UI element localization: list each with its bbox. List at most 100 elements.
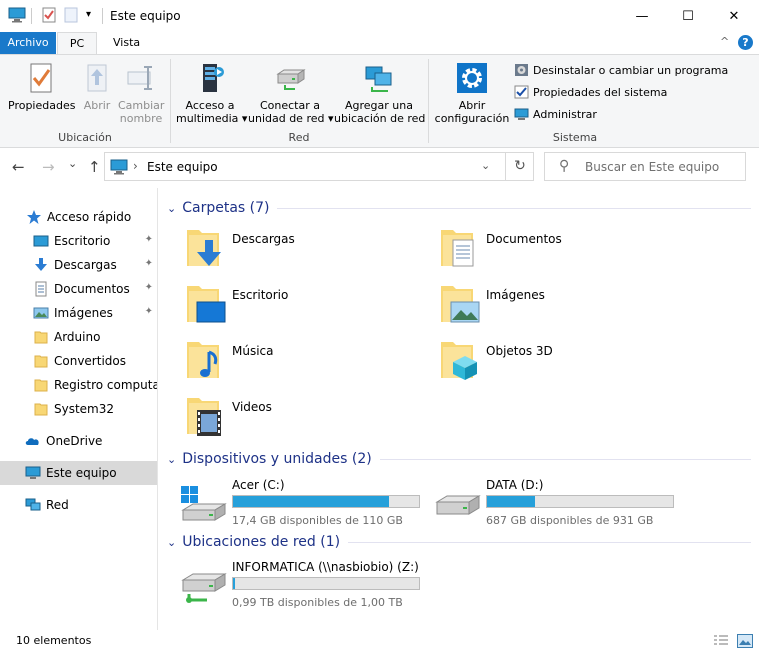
help-icon[interactable]: ? bbox=[738, 35, 753, 50]
pin-icon: ✦ bbox=[144, 306, 153, 317]
folder-icon bbox=[33, 329, 49, 345]
breadcrumb-this-pc[interactable]: Este equipo bbox=[147, 160, 218, 174]
collapse-ribbon-icon[interactable]: ^ bbox=[720, 35, 729, 48]
drive-usage-fill bbox=[487, 496, 536, 507]
folders-group-header[interactable]: ⌄ Carpetas (7) bbox=[167, 200, 751, 216]
folder-icon bbox=[33, 377, 49, 393]
network-locations-group-header[interactable]: ⌄ Ubicaciones de red (1) bbox=[167, 534, 751, 550]
customize-qa-dropdown-icon[interactable]: ▾ bbox=[86, 9, 91, 20]
collapse-chevron-icon[interactable]: ⌄ bbox=[167, 202, 176, 215]
drive-item-d[interactable]: DATA (D:) 687 GB disponibles de 931 GB bbox=[413, 478, 674, 528]
uninstall-program-button[interactable]: Desinstalar o cambiar un programa bbox=[514, 63, 728, 77]
drive-item-c[interactable]: Acer (C:) 17,4 GB disponibles de 110 GB bbox=[159, 478, 420, 528]
sidebar-item-onedrive[interactable]: OneDrive bbox=[0, 429, 157, 453]
folder-item-music[interactable]: Música bbox=[159, 338, 409, 386]
minimize-button[interactable]: — bbox=[619, 0, 665, 32]
collapse-chevron-icon[interactable]: ⌄ bbox=[167, 536, 176, 549]
maximize-button[interactable]: ☐ bbox=[665, 0, 711, 32]
large-icons-view-icon[interactable] bbox=[737, 634, 753, 648]
system-group-label: Sistema bbox=[552, 131, 598, 144]
open-settings-button[interactable]: Abrir configuración bbox=[434, 61, 510, 125]
sidebar-item-desktop[interactable]: Escritorio ✦ bbox=[0, 229, 157, 253]
title-bar: ▾ Este equipo — ☐ ✕ bbox=[0, 0, 759, 32]
group-divider bbox=[348, 541, 751, 543]
navigation-pane: Acceso rápido Escritorio ✦ Descargas ✦ D… bbox=[0, 188, 158, 630]
quick-access-separator bbox=[31, 8, 32, 24]
tab-view[interactable]: Vista bbox=[103, 32, 150, 54]
sidebar-item-system32[interactable]: System32 bbox=[0, 397, 157, 421]
sidebar-item-registro[interactable]: Registro computaci bbox=[0, 373, 157, 397]
manage-button[interactable]: Administrar bbox=[514, 107, 597, 121]
network-drive-icon bbox=[273, 61, 307, 95]
3d-objects-folder-icon bbox=[439, 338, 481, 382]
sidebar-item-network[interactable]: Red bbox=[0, 493, 157, 517]
drive-usage-bar bbox=[486, 495, 674, 508]
add-network-location-button[interactable]: Agregar una ubicación de red bbox=[334, 61, 425, 125]
windows-drive-icon bbox=[179, 484, 227, 524]
details-view-icon[interactable] bbox=[713, 634, 729, 648]
group-divider bbox=[277, 207, 751, 209]
sidebar-item-this-pc[interactable]: Este equipo bbox=[0, 461, 157, 485]
sidebar-item-arduino[interactable]: Arduino bbox=[0, 325, 157, 349]
folder-item-videos[interactable]: Videos bbox=[159, 394, 409, 442]
folder-item-pictures[interactable]: Imágenes bbox=[413, 282, 663, 330]
system-properties-button[interactable]: Propiedades del sistema bbox=[514, 85, 667, 99]
sidebar-item-documents[interactable]: Documentos ✦ bbox=[0, 277, 157, 301]
address-dropdown-icon[interactable]: ⌄ bbox=[481, 159, 490, 172]
title-separator bbox=[102, 8, 103, 24]
breadcrumb-chevron-icon[interactable]: › bbox=[133, 159, 138, 173]
folder-icon bbox=[33, 353, 49, 369]
sidebar-item-downloads[interactable]: Descargas ✦ bbox=[0, 253, 157, 277]
uninstall-program-icon bbox=[514, 63, 529, 77]
group-divider bbox=[379, 458, 751, 460]
sidebar-item-convertidos[interactable]: Convertidos bbox=[0, 349, 157, 373]
navigation-bar: ← → ⌄ ↑ › Este equipo ⌄ ↻ ⚲ Buscar en Es… bbox=[0, 148, 759, 188]
this-pc-icon bbox=[25, 465, 41, 481]
folder-item-documents[interactable]: Documentos bbox=[413, 226, 663, 274]
media-access-button[interactable]: Acceso a multimedia ▾ bbox=[176, 61, 247, 125]
videos-folder-icon bbox=[185, 394, 227, 438]
network-icon bbox=[25, 497, 41, 513]
this-pc-icon[interactable] bbox=[8, 7, 26, 26]
download-arrow-icon bbox=[33, 257, 49, 273]
folder-icon bbox=[33, 401, 49, 417]
map-network-drive-button[interactable]: Conectar a unidad de red ▾ bbox=[248, 61, 334, 125]
folder-item-3d-objects[interactable]: Objetos 3D bbox=[413, 338, 663, 386]
properties-button[interactable]: Propiedades bbox=[8, 61, 75, 112]
rename-button[interactable]: Cambiar nombre bbox=[118, 61, 164, 125]
system-properties-icon bbox=[514, 85, 529, 99]
sidebar-item-quick-access[interactable]: Acceso rápido bbox=[0, 205, 157, 229]
properties-qa-icon[interactable] bbox=[41, 7, 57, 26]
window-title: Este equipo bbox=[110, 9, 181, 23]
documents-folder-icon bbox=[439, 226, 481, 270]
devices-group-header[interactable]: ⌄ Dispositivos y unidades (2) bbox=[167, 451, 751, 467]
collapse-chevron-icon[interactable]: ⌄ bbox=[167, 453, 176, 466]
folder-item-downloads[interactable]: Descargas bbox=[159, 226, 409, 274]
address-bar[interactable]: › Este equipo ⌄ ↻ bbox=[104, 152, 534, 181]
location-group-label: Ubicación bbox=[58, 131, 112, 144]
drive-usage-fill bbox=[233, 496, 390, 507]
gear-icon bbox=[455, 61, 489, 95]
pictures-folder-icon bbox=[439, 282, 481, 326]
network-drive-item-z[interactable]: INFORMATICA (\\nasbiobio) (Z:) 0,99 TB d… bbox=[159, 560, 420, 610]
ribbon: Propiedades Abrir Cambiar nombre Ubicaci… bbox=[0, 54, 759, 148]
search-input[interactable]: ⚲ Buscar en Este equipo bbox=[544, 152, 746, 181]
downloads-folder-icon bbox=[185, 226, 227, 270]
up-arrow-icon[interactable]: ↑ bbox=[88, 158, 101, 176]
tab-file[interactable]: Archivo bbox=[0, 32, 56, 54]
back-arrow-icon[interactable]: ← bbox=[12, 158, 25, 176]
refresh-icon[interactable]: ↻ bbox=[505, 153, 534, 180]
open-button[interactable]: Abrir bbox=[80, 61, 114, 112]
forward-arrow-icon[interactable]: → bbox=[42, 158, 55, 176]
tab-pc[interactable]: PC bbox=[57, 32, 97, 55]
desktop-icon bbox=[33, 233, 49, 249]
folder-item-desktop[interactable]: Escritorio bbox=[159, 282, 409, 330]
open-icon bbox=[80, 61, 114, 95]
drive-usage-bar bbox=[232, 495, 420, 508]
new-folder-qa-icon[interactable] bbox=[64, 7, 78, 26]
sidebar-item-pictures[interactable]: Imágenes ✦ bbox=[0, 301, 157, 325]
close-button[interactable]: ✕ bbox=[711, 0, 757, 32]
recent-locations-chevron-icon[interactable]: ⌄ bbox=[68, 157, 77, 170]
music-folder-icon bbox=[185, 338, 227, 382]
this-pc-icon bbox=[110, 159, 128, 178]
